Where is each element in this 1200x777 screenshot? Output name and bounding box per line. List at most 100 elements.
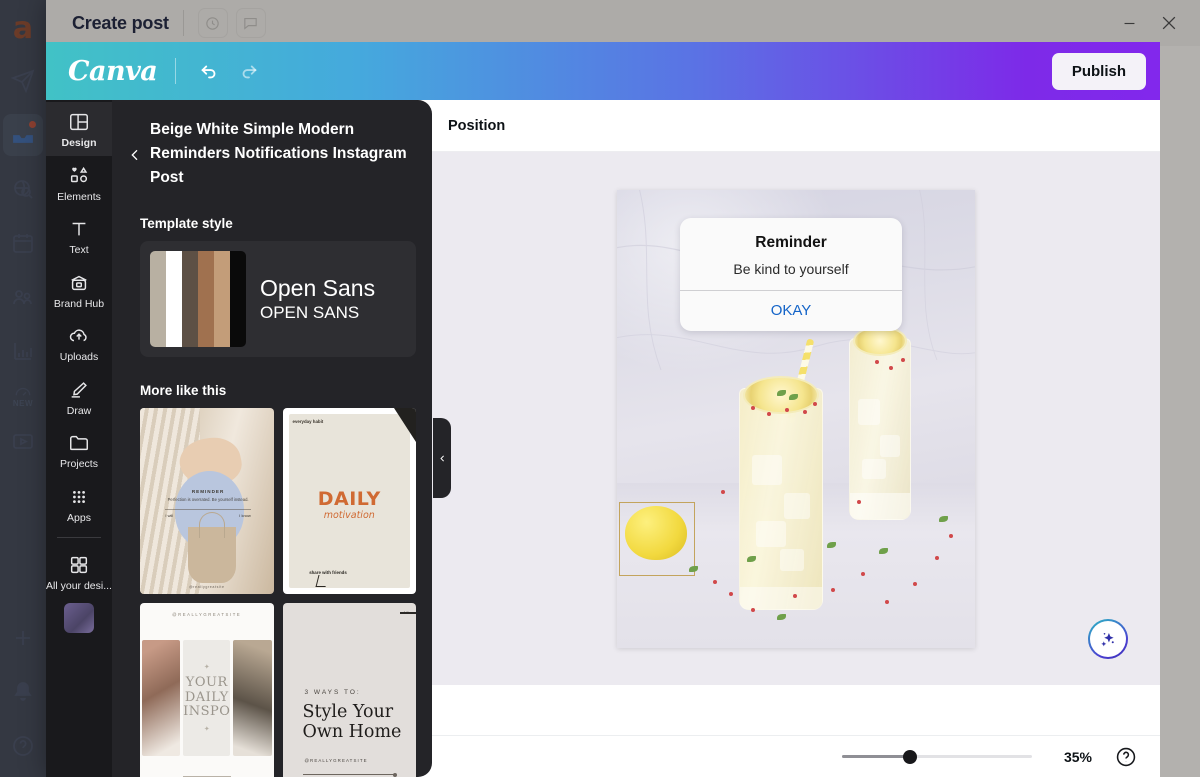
grid-icon [70, 556, 88, 574]
chevron-left-icon [439, 455, 444, 461]
text-icon [72, 222, 86, 236]
sidebar-design-thumbnail[interactable] [64, 602, 94, 633]
whole-lemon [625, 505, 687, 560]
canvas-area[interactable]: Reminder Be kind to yourself OKAY [432, 152, 1160, 685]
canva-logo[interactable]: Canva [68, 56, 158, 87]
sidebar-label-apps: Apps [67, 511, 91, 524]
thumbnail-daily-inspo[interactable]: @REALLYGREATSITE ✦ YOUR DAILY INSPO ✦ [140, 603, 274, 777]
photo-left [142, 640, 181, 756]
thumbnail-daily-motivation[interactable]: everyday habit DAILY motivation share wi… [282, 408, 417, 595]
history-icon[interactable] [197, 8, 228, 38]
header-divider [175, 58, 177, 84]
canva-app: Canva Publish Design Elements Text Brand… [46, 42, 1160, 777]
zoom-slider-knob[interactable] [902, 749, 917, 764]
sidebar-item-apps[interactable]: Apps [46, 477, 112, 531]
design-canvas[interactable]: Reminder Be kind to yourself OKAY [617, 189, 975, 648]
sidebar-label-uploads: Uploads [59, 351, 99, 363]
zoom-percentage: 35% [1063, 748, 1092, 765]
thumbnail-2-top-label: everyday habit [292, 419, 324, 425]
chevron-left-icon [131, 149, 138, 161]
editor-area: Position Reminder Be kind to yourself OK… [432, 100, 1160, 777]
template-style-heading: Template style [140, 216, 233, 232]
sidebar-item-design[interactable]: Design [46, 102, 112, 156]
sidebar-item-all-designs[interactable]: All your desi... [46, 545, 112, 599]
reminder-card-text: Perfection is overrated. Be yourself ins… [167, 497, 249, 503]
brand-hub-icon [71, 275, 87, 290]
sidebar-label-all-designs: All your desi... [46, 580, 112, 592]
screen: a NEW Create post Canva Publish Design E… [0, 0, 1200, 777]
sparkle-icon: ✦ [203, 725, 210, 733]
lemonade-glass-front [739, 387, 823, 610]
thumbnail-style-your-home[interactable]: 1/6 3 WAYS TO: Style Your Own Home @REAL… [282, 603, 416, 777]
sidebar-label-elements: Elements [57, 190, 101, 203]
design-panel-title: Beige White Simple Modern Reminders Noti… [150, 121, 407, 187]
thumbnail-4-eyebrow: 3 WAYS TO: [304, 688, 361, 696]
reminder-alert-dialog[interactable]: Reminder Be kind to yourself OKAY [680, 217, 902, 332]
palette-swatches [150, 251, 246, 348]
reminder-button-right: I know [239, 512, 251, 518]
reminder-button-left: I will [165, 512, 174, 518]
sparkle-icon: ✦ [203, 664, 210, 672]
modal-titlebar: Create post [46, 0, 1200, 46]
sidebar-item-uploads[interactable]: Uploads [46, 316, 112, 370]
close-icon[interactable] [1156, 10, 1182, 36]
sidebar-label-brand-hub: Brand Hub [53, 297, 105, 310]
thumbnail-2-headline-2: motivation [323, 509, 375, 521]
panel-collapse-handle[interactable] [433, 418, 451, 498]
apps-icon [73, 490, 85, 503]
help-circle-icon[interactable] [1114, 745, 1138, 769]
reminder-card-title: REMINDER [191, 489, 225, 495]
canva-sidebar: Design Elements Text Brand Hub Uploads D… [46, 100, 112, 777]
back-button[interactable] [120, 140, 150, 170]
thumbnail-3-center: ✦ YOUR DAILY INSPO ✦ [183, 640, 231, 756]
uploads-icon [69, 329, 87, 342]
window-controls [1116, 10, 1188, 36]
alert-message: Be kind to yourself [733, 260, 849, 277]
template-style-card[interactable]: Open Sans OPEN SANS [140, 241, 416, 358]
thumbnail-2-headline-1: DAILY [317, 487, 381, 510]
sidebar-item-elements[interactable]: Elements [46, 156, 112, 210]
alert-okay-button[interactable]: OKAY [680, 291, 902, 331]
comment-icon[interactable] [235, 8, 266, 38]
thumbnail-4-footer: @REALLYGREATSITE [304, 758, 368, 764]
thumbnail-1-footer: @reallygreatsite [188, 585, 225, 590]
editor-bottom-bar: 35% [432, 735, 1160, 777]
canva-header: Canva Publish [46, 42, 1160, 100]
canva-body: Design Elements Text Brand Hub Uploads D… [46, 100, 1160, 777]
sidebar-item-draw[interactable]: Draw [46, 370, 112, 424]
thumbnail-2-headline: DAILY motivation [283, 487, 417, 521]
corner-fold [394, 408, 416, 443]
undo-icon[interactable] [194, 56, 224, 86]
design-panel: Beige White Simple Modern Reminders Noti… [112, 100, 432, 777]
photo-right [233, 640, 272, 756]
thumbnail-4-headline: Style Your Own Home [303, 702, 402, 743]
zoom-slider-fill [842, 755, 911, 758]
sidebar-item-text[interactable]: Text [46, 209, 112, 263]
redo-icon[interactable] [234, 56, 264, 86]
magic-sparkle-icon[interactable] [1088, 619, 1128, 659]
draw-icon [71, 381, 87, 398]
sidebar-divider [57, 537, 101, 538]
thumbnail-3-headline: YOUR DAILY INSPO [183, 675, 231, 720]
alert-title: Reminder [755, 233, 827, 251]
sidebar-label-text: Text [69, 244, 89, 256]
sidebar-label-projects: Projects [60, 458, 98, 470]
elements-icon [70, 166, 88, 182]
font-name-primary: Open Sans [260, 274, 376, 301]
sidebar-label-draw: Draw [66, 404, 92, 417]
position-button[interactable]: Position [448, 118, 505, 134]
bag-handle [198, 512, 226, 539]
zoom-slider[interactable] [842, 749, 1032, 765]
sidebar-item-brand-hub[interactable]: Brand Hub [46, 263, 112, 317]
thumbnail-3-top-label: @REALLYGREATSITE [172, 612, 242, 618]
thumbnail-reminder-hand[interactable]: REMINDER Perfection is overrated. Be you… [140, 408, 274, 595]
alert-body: Reminder Be kind to yourself [680, 218, 902, 291]
design-icon [70, 113, 88, 131]
position-toolbar: Position [432, 100, 1160, 152]
projects-icon [70, 435, 88, 451]
font-name-secondary: OPEN SANS [260, 303, 360, 323]
minimize-icon[interactable] [1116, 10, 1142, 36]
publish-button[interactable]: Publish [1051, 52, 1146, 90]
create-post-modal: Create post Canva Publish Design Element… [46, 0, 1200, 777]
sidebar-item-projects[interactable]: Projects [46, 423, 112, 477]
